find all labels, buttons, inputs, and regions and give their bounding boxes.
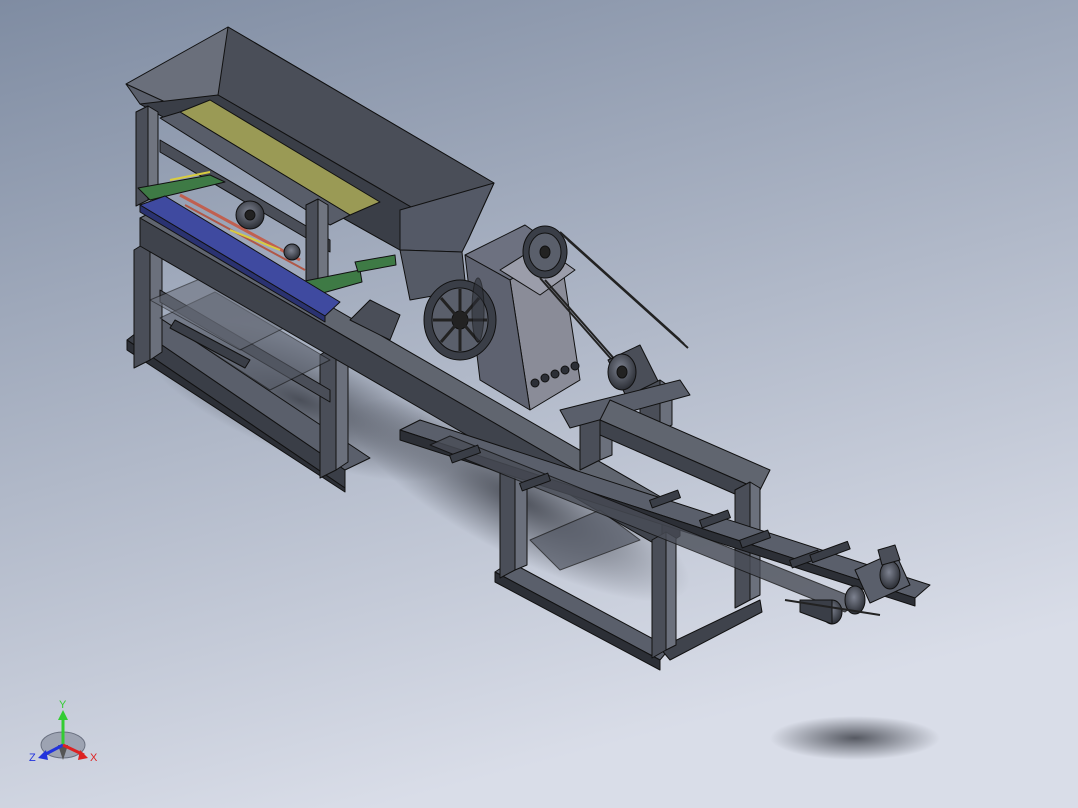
triad-y-label: Y	[59, 699, 67, 711]
triad-z-label: Z	[29, 752, 36, 764]
model-canvas[interactable]: Y Z X	[0, 0, 1078, 808]
crusher-sheave[interactable]	[522, 225, 568, 279]
triad-x-label: X	[90, 752, 98, 764]
cad-graphics-viewport[interactable]: Y Z X	[0, 0, 1078, 808]
